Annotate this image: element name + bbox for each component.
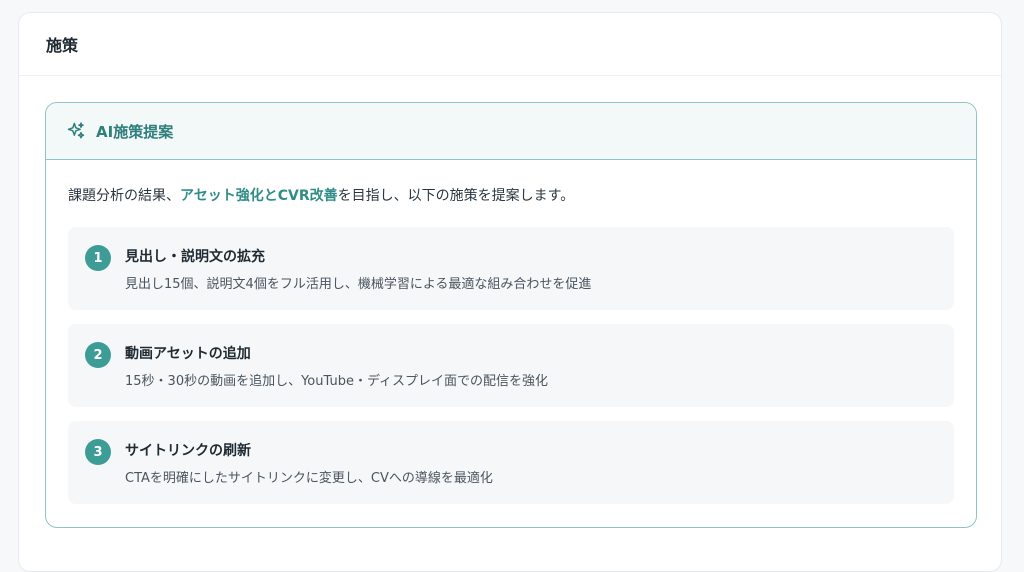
intro-suffix: を目指し、以下の施策を提案します。 xyxy=(337,188,575,204)
section-title: 施策 xyxy=(46,36,79,55)
item-title: サイトリンクの刷新 xyxy=(125,443,251,459)
card-header: 施策 xyxy=(19,13,1001,76)
item-description: 15秒・30秒の動画を追加し、YouTube・ディスプレイ面での配信を強化 xyxy=(125,374,549,389)
item-description: CTAを明確にしたサイトリンクに変更し、CVへの導線を最適化 xyxy=(125,471,493,486)
ai-proposal-header: AI施策提案 xyxy=(46,103,976,160)
ai-proposal-panel: AI施策提案 課題分析の結果、アセット強化とCVR改善を目指し、以下の施策を提案… xyxy=(45,102,977,528)
measures-card: 施策 AI施策提案 課題分析の結果、アセット強化とCVR改善を目指し、以下の施策… xyxy=(18,12,1002,572)
sparkle-icon xyxy=(66,121,86,141)
proposal-item: 2 動画アセットの追加 15秒・30秒の動画を追加し、YouTube・ディスプレ… xyxy=(68,324,954,407)
item-number-badge: 3 xyxy=(85,439,111,465)
item-title: 見出し・説明文の拡充 xyxy=(125,249,265,265)
item-title: 動画アセットの追加 xyxy=(125,346,251,362)
ai-intro-text: 課題分析の結果、アセット強化とCVR改善を目指し、以下の施策を提案します。 xyxy=(68,185,574,205)
item-number-badge: 2 xyxy=(85,342,111,368)
intro-highlight: アセット強化とCVR改善 xyxy=(180,188,338,204)
proposal-item: 3 サイトリンクの刷新 CTAを明確にしたサイトリンクに変更し、CVへの導線を最… xyxy=(68,421,954,504)
ai-proposal-title: AI施策提案 xyxy=(96,122,174,141)
intro-prefix: 課題分析の結果、 xyxy=(68,188,180,204)
proposal-item: 1 見出し・説明文の拡充 見出し15個、説明文4個をフル活用し、機械学習による最… xyxy=(68,227,954,310)
item-description: 見出し15個、説明文4個をフル活用し、機械学習による最適な組み合わせを促進 xyxy=(125,277,592,292)
item-number-badge: 1 xyxy=(85,245,111,271)
